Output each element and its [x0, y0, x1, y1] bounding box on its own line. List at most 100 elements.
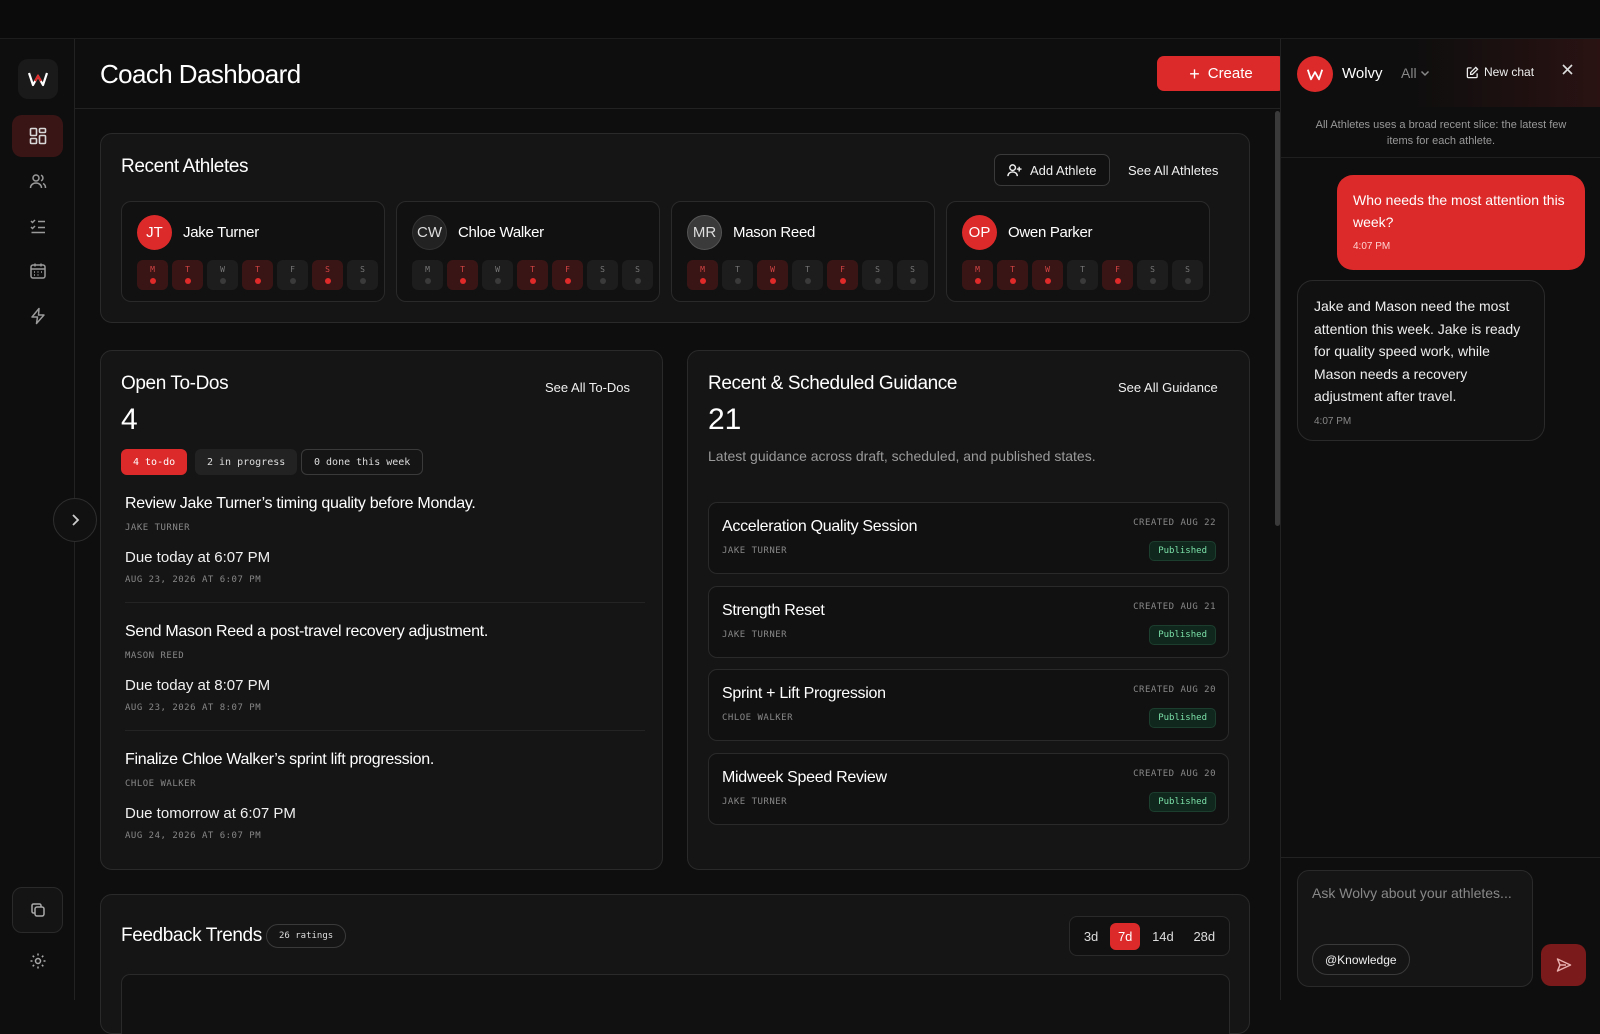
add-athlete-button[interactable]: Add Athlete [994, 154, 1110, 186]
activity-dot [150, 278, 156, 284]
day-label: S [910, 265, 915, 274]
todo-item[interactable]: Finalize Chloe Walker’s sprint lift prog… [125, 751, 645, 841]
create-button[interactable]: + Create [1157, 56, 1285, 91]
athlete-card[interactable]: MR Mason Reed M T W T F S S [671, 201, 935, 302]
athlete-card[interactable]: OP Owen Parker M T W T F S S [946, 201, 1210, 302]
nav-dashboard[interactable] [12, 115, 63, 157]
day-label: W [770, 265, 775, 274]
close-panel-button[interactable] [1561, 63, 1574, 81]
status-badge: Published [1149, 541, 1216, 561]
todo-item[interactable]: Review Jake Turner’s timing quality befo… [125, 495, 645, 585]
new-chat-label: New chat [1484, 65, 1535, 79]
activity-dot [1010, 278, 1016, 284]
guidance-title: Acceleration Quality Session [722, 518, 918, 535]
activity-dot [770, 278, 776, 284]
scope-selector[interactable]: All [1401, 65, 1431, 81]
guidance-title: Recent & Scheduled Guidance [708, 373, 958, 394]
window-top-bar [0, 0, 1600, 39]
see-all-athletes-link[interactable]: See All Athletes [1128, 163, 1218, 178]
day-indicator: S [622, 260, 653, 290]
day-indicator: W [1032, 260, 1063, 290]
avatar: OP [962, 215, 997, 250]
app-logo[interactable] [18, 59, 58, 99]
nav-athletes[interactable] [12, 160, 63, 202]
range-7d[interactable]: 7d [1109, 922, 1141, 950]
created-date: CREATED AUG 21 [1133, 601, 1216, 612]
guidance-item[interactable]: Acceleration Quality Session JAKE TURNER C… [708, 502, 1229, 574]
day-indicator: T [997, 260, 1028, 290]
day-indicator: W [207, 260, 238, 290]
day-indicator: S [312, 260, 343, 290]
day-label: T [460, 265, 465, 274]
guidance-subtitle: Latest guidance across draft, scheduled,… [708, 448, 1096, 464]
feedback-trends-card: Feedback Trends 26 ratings 3d 7d 14d 28d [100, 894, 1250, 1034]
see-all-todos-link[interactable]: See All To-Dos [545, 380, 630, 395]
athlete-name: Owen Parker [1008, 224, 1093, 241]
day-label: F [565, 265, 570, 274]
day-indicator: W [757, 260, 788, 290]
todo-filter-pill[interactable]: 4 to-do [121, 449, 188, 475]
activity-dot [530, 278, 536, 284]
athlete-card[interactable]: JT Jake Turner M T W T F S S [121, 201, 385, 302]
guidance-item[interactable]: Strength Reset JAKE TURNER CREATED AUG 21 P… [708, 585, 1229, 658]
open-todos-card: Open To-Dos See All To-Dos 4 4 to-do 2 i… [100, 350, 663, 870]
day-indicator: S [1172, 260, 1203, 290]
created-date: CREATED AUG 20 [1133, 685, 1216, 695]
done-filter-pill[interactable]: 0 done this week [301, 449, 424, 475]
chevron-down-icon [1420, 70, 1429, 77]
activity-dot [185, 278, 191, 284]
feedback-title: Feedback Trends [121, 925, 262, 946]
day-indicator: M [412, 260, 443, 290]
page-title: Coach Dashboard [100, 59, 301, 89]
activity-dot [600, 278, 606, 284]
activity-dot [805, 278, 811, 284]
guidance-athlete: JAKE TURNER [722, 796, 788, 807]
athlete-card[interactable]: CW Chloe Walker M T W T F S S [396, 201, 660, 302]
range-14d[interactable]: 14d [1144, 923, 1182, 950]
knowledge-chip[interactable]: @Knowledge [1312, 944, 1410, 975]
nav-calendar[interactable] [12, 250, 63, 292]
chat-input[interactable]: Ask Wolvy about your athletes... @Knowle… [1297, 870, 1533, 987]
chevron-right-icon [72, 514, 80, 526]
see-all-guidance-link[interactable]: See All Guidance [1118, 380, 1218, 395]
in-progress-filter-pill[interactable]: 2 in progress [195, 449, 298, 475]
range-3d[interactable]: 3d [1076, 923, 1106, 950]
guidance-item[interactable]: Sprint + Lift Progression CHLOE WALKER CRE… [708, 669, 1229, 741]
day-label: S [600, 265, 605, 274]
nav-todos[interactable] [12, 205, 63, 247]
new-chat-button[interactable]: New chat [1466, 65, 1534, 79]
guidance-count: 21 [708, 403, 742, 436]
range-28d[interactable]: 28d [1185, 923, 1223, 950]
status-badge: Published [1149, 791, 1216, 812]
activity-dot [1045, 278, 1051, 284]
activity-dot [495, 278, 501, 284]
todo-athlete: CHLOE WALKER [125, 779, 197, 789]
assistant-message: Jake and Mason need the most attention t… [1297, 280, 1545, 441]
activity-dot [425, 278, 431, 284]
edit-icon [1466, 65, 1479, 78]
status-badge: Published [1149, 624, 1216, 645]
send-button[interactable] [1541, 944, 1586, 986]
todo-due: Due today at 8:07 PM [125, 677, 271, 694]
todos-title: Open To-Dos [121, 373, 229, 394]
weekly-activity: MTWTFSS [412, 260, 653, 290]
day-indicator: T [242, 260, 273, 290]
day-label: S [1150, 265, 1155, 274]
settings-button[interactable] [12, 941, 63, 981]
day-indicator: W [482, 260, 513, 290]
close-icon [1562, 64, 1573, 75]
guidance-title: Midweek Speed Review [722, 768, 887, 786]
guidance-athlete: JAKE TURNER [722, 546, 788, 556]
day-indicator: F [827, 260, 858, 290]
expand-sidebar-button[interactable] [53, 498, 97, 542]
todo-divider [125, 602, 645, 603]
nav-automations[interactable] [12, 295, 63, 337]
day-indicator: T [792, 260, 823, 290]
message-text: Who needs the most attention this week? [1353, 192, 1565, 230]
day-label: W [1045, 265, 1050, 274]
activity-dot [255, 278, 261, 284]
recent-athletes-title: Recent Athletes [121, 156, 249, 177]
todo-item[interactable]: Send Mason Reed a post-travel recovery a… [125, 623, 645, 713]
guidance-item[interactable]: Midweek Speed Review JAKE TURNER CREATED A… [708, 752, 1229, 825]
copy-button[interactable] [12, 887, 63, 933]
